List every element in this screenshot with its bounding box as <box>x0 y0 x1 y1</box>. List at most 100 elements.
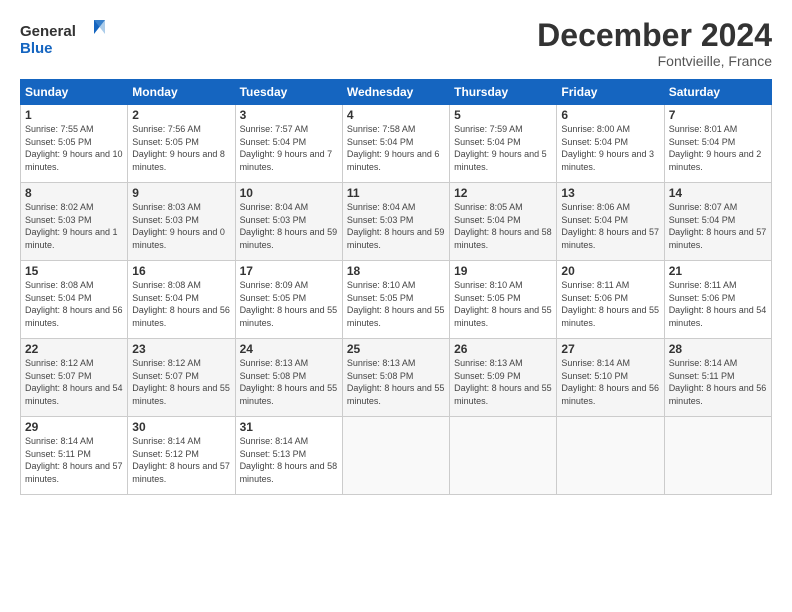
sunrise: Sunrise: 8:08 AM <box>25 280 94 290</box>
sunset: Sunset: 5:04 PM <box>669 215 736 225</box>
daylight: Daylight: 8 hours and 54 minutes. <box>669 305 767 328</box>
calendar-cell: 12 Sunrise: 8:05 AM Sunset: 5:04 PM Dayl… <box>450 183 557 261</box>
day-info: Sunrise: 8:14 AM Sunset: 5:10 PM Dayligh… <box>561 357 659 407</box>
day-info: Sunrise: 8:08 AM Sunset: 5:04 PM Dayligh… <box>132 279 230 329</box>
day-number: 31 <box>240 420 338 434</box>
day-info: Sunrise: 8:05 AM Sunset: 5:04 PM Dayligh… <box>454 201 552 251</box>
calendar-cell: 4 Sunrise: 7:58 AM Sunset: 5:04 PM Dayli… <box>342 105 449 183</box>
sunset: Sunset: 5:13 PM <box>240 449 307 459</box>
day-number: 22 <box>25 342 123 356</box>
calendar-cell: 15 Sunrise: 8:08 AM Sunset: 5:04 PM Dayl… <box>21 261 128 339</box>
sunset: Sunset: 5:11 PM <box>25 449 91 459</box>
day-number: 7 <box>669 108 767 122</box>
daylight: Daylight: 9 hours and 2 minutes. <box>669 149 762 172</box>
calendar-cell: 20 Sunrise: 8:11 AM Sunset: 5:06 PM Dayl… <box>557 261 664 339</box>
sunrise: Sunrise: 8:11 AM <box>561 280 629 290</box>
sunset: Sunset: 5:04 PM <box>561 215 628 225</box>
sunrise: Sunrise: 8:13 AM <box>347 358 416 368</box>
sunrise: Sunrise: 8:03 AM <box>132 202 201 212</box>
calendar-cell: 14 Sunrise: 8:07 AM Sunset: 5:04 PM Dayl… <box>664 183 771 261</box>
day-info: Sunrise: 7:58 AM Sunset: 5:04 PM Dayligh… <box>347 123 445 173</box>
calendar-cell: 31 Sunrise: 8:14 AM Sunset: 5:13 PM Dayl… <box>235 417 342 495</box>
calendar-cell: 8 Sunrise: 8:02 AM Sunset: 5:03 PM Dayli… <box>21 183 128 261</box>
daylight: Daylight: 8 hours and 56 minutes. <box>669 383 767 406</box>
daylight: Daylight: 8 hours and 57 minutes. <box>25 461 123 484</box>
day-info: Sunrise: 8:13 AM Sunset: 5:08 PM Dayligh… <box>347 357 445 407</box>
sunrise: Sunrise: 8:02 AM <box>25 202 94 212</box>
sunrise: Sunrise: 8:04 AM <box>240 202 309 212</box>
day-info: Sunrise: 8:12 AM Sunset: 5:07 PM Dayligh… <box>25 357 123 407</box>
calendar-week-2: 8 Sunrise: 8:02 AM Sunset: 5:03 PM Dayli… <box>21 183 772 261</box>
col-friday: Friday <box>557 80 664 105</box>
calendar-cell: 18 Sunrise: 8:10 AM Sunset: 5:05 PM Dayl… <box>342 261 449 339</box>
calendar-body: 1 Sunrise: 7:55 AM Sunset: 5:05 PM Dayli… <box>21 105 772 495</box>
sunset: Sunset: 5:04 PM <box>561 137 628 147</box>
calendar-cell: 10 Sunrise: 8:04 AM Sunset: 5:03 PM Dayl… <box>235 183 342 261</box>
calendar-cell: 13 Sunrise: 8:06 AM Sunset: 5:04 PM Dayl… <box>557 183 664 261</box>
col-wednesday: Wednesday <box>342 80 449 105</box>
calendar-cell: 30 Sunrise: 8:14 AM Sunset: 5:12 PM Dayl… <box>128 417 235 495</box>
day-info: Sunrise: 8:13 AM Sunset: 5:08 PM Dayligh… <box>240 357 338 407</box>
day-info: Sunrise: 8:14 AM Sunset: 5:12 PM Dayligh… <box>132 435 230 485</box>
sunset: Sunset: 5:07 PM <box>132 371 199 381</box>
col-tuesday: Tuesday <box>235 80 342 105</box>
day-info: Sunrise: 8:06 AM Sunset: 5:04 PM Dayligh… <box>561 201 659 251</box>
col-saturday: Saturday <box>664 80 771 105</box>
sunrise: Sunrise: 7:57 AM <box>240 124 309 134</box>
sunset: Sunset: 5:06 PM <box>669 293 736 303</box>
day-info: Sunrise: 8:14 AM Sunset: 5:11 PM Dayligh… <box>25 435 123 485</box>
daylight: Daylight: 8 hours and 55 minutes. <box>347 305 445 328</box>
day-number: 1 <box>25 108 123 122</box>
daylight: Daylight: 8 hours and 59 minutes. <box>347 227 445 250</box>
daylight: Daylight: 9 hours and 5 minutes. <box>454 149 547 172</box>
day-info: Sunrise: 8:13 AM Sunset: 5:09 PM Dayligh… <box>454 357 552 407</box>
daylight: Daylight: 8 hours and 55 minutes. <box>561 305 659 328</box>
calendar-cell: 26 Sunrise: 8:13 AM Sunset: 5:09 PM Dayl… <box>450 339 557 417</box>
day-number: 3 <box>240 108 338 122</box>
calendar-cell <box>664 417 771 495</box>
calendar-cell: 3 Sunrise: 7:57 AM Sunset: 5:04 PM Dayli… <box>235 105 342 183</box>
day-number: 11 <box>347 186 445 200</box>
calendar-cell: 6 Sunrise: 8:00 AM Sunset: 5:04 PM Dayli… <box>557 105 664 183</box>
sunset: Sunset: 5:03 PM <box>132 215 199 225</box>
day-number: 29 <box>25 420 123 434</box>
calendar-cell: 19 Sunrise: 8:10 AM Sunset: 5:05 PM Dayl… <box>450 261 557 339</box>
sunrise: Sunrise: 8:12 AM <box>132 358 201 368</box>
sunrise: Sunrise: 8:12 AM <box>25 358 94 368</box>
day-info: Sunrise: 8:01 AM Sunset: 5:04 PM Dayligh… <box>669 123 767 173</box>
title-block: December 2024 Fontvieille, France <box>537 18 772 69</box>
calendar-cell: 25 Sunrise: 8:13 AM Sunset: 5:08 PM Dayl… <box>342 339 449 417</box>
sunset: Sunset: 5:04 PM <box>132 293 199 303</box>
sunrise: Sunrise: 7:56 AM <box>132 124 201 134</box>
location: Fontvieille, France <box>537 53 772 69</box>
calendar-week-3: 15 Sunrise: 8:08 AM Sunset: 5:04 PM Dayl… <box>21 261 772 339</box>
daylight: Daylight: 9 hours and 7 minutes. <box>240 149 333 172</box>
calendar-week-4: 22 Sunrise: 8:12 AM Sunset: 5:07 PM Dayl… <box>21 339 772 417</box>
day-number: 4 <box>347 108 445 122</box>
daylight: Daylight: 9 hours and 8 minutes. <box>132 149 225 172</box>
sunrise: Sunrise: 8:01 AM <box>669 124 738 134</box>
day-number: 16 <box>132 264 230 278</box>
sunset: Sunset: 5:04 PM <box>347 137 414 147</box>
day-info: Sunrise: 8:03 AM Sunset: 5:03 PM Dayligh… <box>132 201 230 251</box>
daylight: Daylight: 8 hours and 59 minutes. <box>240 227 338 250</box>
daylight: Daylight: 8 hours and 55 minutes. <box>347 383 445 406</box>
sunset: Sunset: 5:11 PM <box>669 371 735 381</box>
daylight: Daylight: 8 hours and 57 minutes. <box>669 227 767 250</box>
sunrise: Sunrise: 8:08 AM <box>132 280 201 290</box>
day-number: 15 <box>25 264 123 278</box>
calendar-table: Sunday Monday Tuesday Wednesday Thursday… <box>20 79 772 495</box>
day-info: Sunrise: 8:11 AM Sunset: 5:06 PM Dayligh… <box>669 279 767 329</box>
day-number: 27 <box>561 342 659 356</box>
sunrise: Sunrise: 8:13 AM <box>240 358 309 368</box>
daylight: Daylight: 8 hours and 55 minutes. <box>454 383 552 406</box>
day-info: Sunrise: 8:04 AM Sunset: 5:03 PM Dayligh… <box>240 201 338 251</box>
daylight: Daylight: 8 hours and 57 minutes. <box>561 227 659 250</box>
daylight: Daylight: 9 hours and 6 minutes. <box>347 149 440 172</box>
logo-svg: General Blue <box>20 18 110 60</box>
sunset: Sunset: 5:12 PM <box>132 449 199 459</box>
day-info: Sunrise: 7:59 AM Sunset: 5:04 PM Dayligh… <box>454 123 552 173</box>
day-number: 8 <box>25 186 123 200</box>
month-title: December 2024 <box>537 18 772 53</box>
day-number: 5 <box>454 108 552 122</box>
